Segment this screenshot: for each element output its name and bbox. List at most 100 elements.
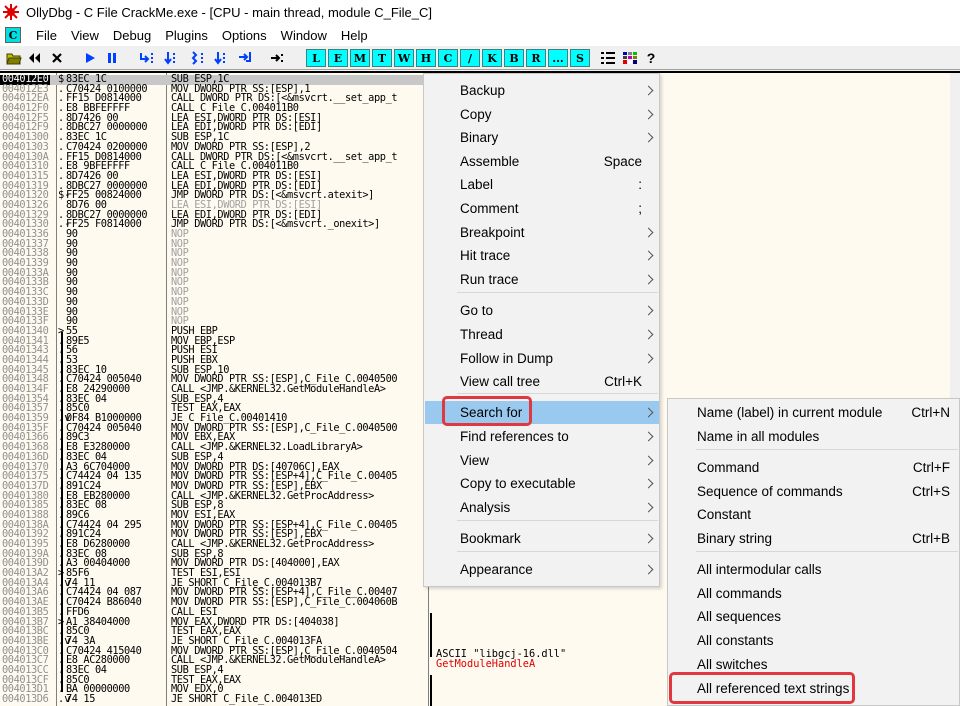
submenu-item-all-sequences[interactable]: All sequences <box>669 605 960 628</box>
disassembly-row[interactable]: 0040133E 90 NOP <box>0 307 430 318</box>
menu-item-view-call-tree[interactable]: View call tree Ctrl+K <box>425 370 659 393</box>
windows-button[interactable]: W <box>394 49 414 67</box>
menu-plugins[interactable]: Plugins <box>158 28 215 43</box>
menu-item-assemble[interactable]: Assemble Space <box>425 150 659 173</box>
menu-help[interactable]: Help <box>334 28 375 43</box>
address-cell: 004013D6 <box>2 693 49 705</box>
menu-item-label: Go to <box>460 303 494 318</box>
menu-item-comment[interactable]: Comment; <box>425 197 659 220</box>
patches-button[interactable]: / <box>460 49 480 67</box>
trace-into-icon[interactable] <box>188 49 208 67</box>
step-into-icon[interactable] <box>137 49 157 67</box>
help-icon[interactable]: ? <box>642 49 660 67</box>
memory-map-button[interactable]: M <box>350 49 370 67</box>
menu-item-hit-trace[interactable]: Hit trace <box>425 244 659 267</box>
log-window-button[interactable]: L <box>306 49 326 67</box>
submenu-item-binary-string[interactable]: Binary string Ctrl+B <box>669 527 960 550</box>
menu-item-label: Copy to executable <box>460 476 576 491</box>
menu-item-view[interactable]: View <box>425 449 659 472</box>
go-to-address-icon[interactable] <box>268 49 288 67</box>
submenu-item-sequence-of-commands[interactable]: Sequence of commands Ctrl+S <box>669 480 960 503</box>
disassembly-row[interactable]: 0040133B 90 NOP <box>0 277 430 288</box>
disassembly-row[interactable]: 004013D6 .v 74 15 JE SHORT C_File_C.004013E… <box>0 693 430 705</box>
list-icon[interactable] <box>598 49 618 67</box>
disassembly-row[interactable]: 00401338 90 NOP <box>0 248 430 259</box>
step-over-icon[interactable] <box>159 49 179 67</box>
executable-modules-button[interactable]: E <box>328 49 348 67</box>
submenu-item-all-constants[interactable]: All constants <box>669 629 960 652</box>
close-icon[interactable] <box>47 49 67 67</box>
toolbar: L E M T W H C / K B R ... S ? <box>0 46 960 70</box>
menu-item-binary[interactable]: Binary <box>425 126 659 149</box>
run-trace-button[interactable]: ... <box>548 49 568 67</box>
menu-item-label: Assemble <box>460 154 520 169</box>
menu-item-label: Constant <box>697 507 752 522</box>
chevron-right-icon <box>643 85 654 96</box>
shortcut-label: Ctrl+N <box>911 405 950 420</box>
menu-window[interactable]: Window <box>274 28 334 43</box>
trace-over-icon[interactable] <box>210 49 230 67</box>
menu-debug[interactable]: Debug <box>106 28 158 43</box>
menu-separator <box>457 393 658 394</box>
submenu-item-command[interactable]: Command Ctrl+F <box>669 456 960 479</box>
menu-options[interactable]: Options <box>215 28 274 43</box>
menu-item-bookmark[interactable]: Bookmark <box>425 527 659 550</box>
menu-item-label: All sequences <box>697 609 782 624</box>
chevron-right-icon <box>643 455 654 466</box>
menu-item-copy[interactable]: Copy <box>425 103 659 126</box>
handles-button[interactable]: H <box>416 49 436 67</box>
disassembly-row[interactable]: 00401330 .- FF25 F0814000 JMP DWORD PTR DS:… <box>0 219 430 230</box>
menu-item-label[interactable]: Label: <box>425 173 659 196</box>
disassembly-row[interactable]: 00401337 90 NOP <box>0 239 430 250</box>
submenu-item-all-commands[interactable]: All commands <box>669 582 960 605</box>
menu-item-run-trace[interactable]: Run trace <box>425 268 659 291</box>
menu-item-label: Name (label) in current module <box>697 405 883 420</box>
menu-item-label: All switches <box>697 657 768 672</box>
call-stack-button[interactable]: K <box>482 49 502 67</box>
menu-item-appearance[interactable]: Appearance <box>425 558 659 581</box>
comment-bracket <box>430 613 432 657</box>
submenu-item-all-intermodular-calls[interactable]: All intermodular calls <box>669 558 960 581</box>
menu-separator <box>696 449 958 450</box>
menu-item-label: All intermodular calls <box>697 562 822 577</box>
disassembly-list[interactable]: 004012E0 $83EC 1C SUB ESP,1C 004012E3. C7042… <box>0 74 430 705</box>
menu-item-backup[interactable]: Backup <box>425 79 659 102</box>
submenu-item-constant[interactable]: Constant <box>669 503 960 526</box>
jump-bracket <box>61 332 63 692</box>
submenu-item-name-in-all-modules[interactable]: Name in all modules <box>669 425 960 448</box>
menu-item-find-references-to[interactable]: Find references to <box>425 425 659 448</box>
menu-item-label: Label <box>460 177 494 192</box>
disassembly-row[interactable]: 00401336 90 NOP <box>0 229 430 240</box>
menu-item-follow-in-dump[interactable]: Follow in Dump <box>425 347 659 370</box>
menu-item-analysis[interactable]: Analysis <box>425 496 659 519</box>
menu-item-breakpoint[interactable]: Breakpoint <box>425 221 659 244</box>
disassembly-row[interactable]: 0040133A 90 NOP <box>0 268 430 279</box>
chevron-right-icon <box>643 353 654 364</box>
menu-file[interactable]: File <box>29 28 64 43</box>
open-icon[interactable] <box>4 49 24 67</box>
menu-item-thread[interactable]: Thread <box>425 323 659 346</box>
disassembly-row[interactable]: 00401339 90 NOP <box>0 258 430 269</box>
menu-bar: C File View Debug Plugins Options Window… <box>0 24 960 46</box>
disassembly-row[interactable]: 0040133D 90 NOP <box>0 297 430 308</box>
pause-icon[interactable] <box>102 49 122 67</box>
menu-item-go-to[interactable]: Go to <box>425 299 659 322</box>
menu-item-copy-to-executable[interactable]: Copy to executable <box>425 472 659 495</box>
search-for-submenu: Name (label) in current module Ctrl+N Name… <box>667 398 960 706</box>
submenu-item-name-label-in-current-module[interactable]: Name (label) in current module Ctrl+N <box>669 401 960 424</box>
menu-item-label: Appearance <box>460 562 533 577</box>
threads-button[interactable]: T <box>372 49 392 67</box>
run-icon[interactable] <box>80 49 100 67</box>
references-button[interactable]: R <box>526 49 546 67</box>
disassembly-row[interactable]: 0040133C 90 NOP <box>0 287 430 298</box>
source-button[interactable]: S <box>570 49 590 67</box>
execute-till-return-icon[interactable] <box>236 49 256 67</box>
appearance-icon[interactable] <box>620 49 640 67</box>
breakpoints-button[interactable]: B <box>504 49 524 67</box>
menu-item-label: Command <box>697 460 760 475</box>
menu-view[interactable]: View <box>64 28 106 43</box>
cpu-button[interactable]: C <box>438 49 458 67</box>
restart-icon[interactable] <box>25 49 45 67</box>
chevron-right-icon <box>643 478 654 489</box>
cpu-window-icon[interactable]: C <box>5 27 21 43</box>
